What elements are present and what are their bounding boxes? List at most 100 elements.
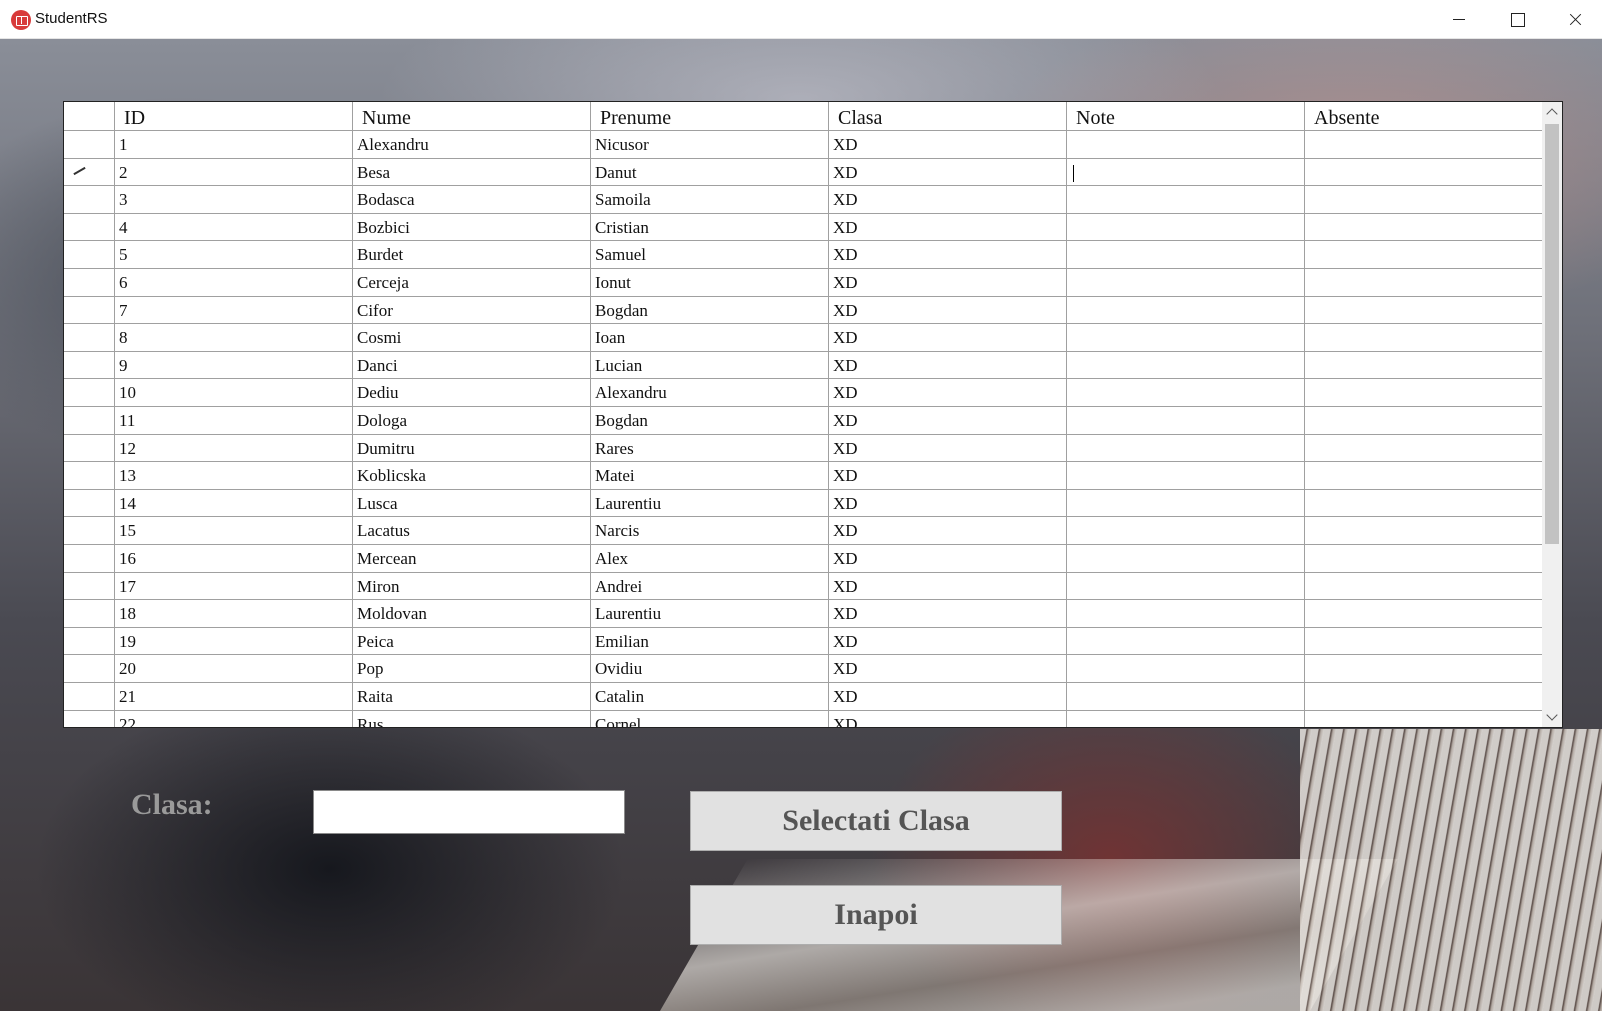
cell-id[interactable]: 18 [114,600,352,627]
table-row[interactable]: 22 Rus Cornel XD [64,710,1542,727]
cell-clasa[interactable]: XD [828,489,1066,517]
table-row[interactable]: 17 Miron Andrei XD [64,572,1542,601]
cell-prenume[interactable]: Ioan [590,324,828,351]
cell-absente[interactable] [1304,462,1542,489]
cell-clasa[interactable]: XD [828,710,1066,727]
table-row[interactable]: 1 Alexandru Nicusor XD [64,131,1542,159]
cell-note[interactable] [1066,351,1304,379]
cell-note[interactable] [1066,572,1304,600]
back-button[interactable]: Inapoi [690,885,1062,945]
table-row[interactable]: 21 Raita Catalin XD [64,683,1542,711]
cell-note[interactable] [1066,710,1304,727]
row-header[interactable] [64,490,114,517]
column-header-absente[interactable]: Absente [1304,102,1542,130]
cell-id[interactable]: 21 [114,683,352,710]
table-row[interactable]: 5 Burdet Samuel XD [64,241,1542,269]
cell-id[interactable]: 3 [114,186,352,213]
cell-prenume[interactable]: Samoila [590,186,828,213]
cell-clasa[interactable]: XD [828,407,1066,434]
cell-clasa[interactable]: XD [828,572,1066,600]
cell-nume[interactable]: Mercean [352,545,590,572]
table-row[interactable]: 2 Besa Danut XD [64,158,1542,187]
cell-id[interactable]: 17 [114,572,352,600]
row-header[interactable] [64,241,114,268]
cell-nume[interactable]: Peica [352,627,590,655]
table-row[interactable]: 8 Cosmi Ioan XD [64,324,1542,352]
cell-note[interactable] [1066,213,1304,241]
table-row[interactable]: 12 Dumitru Rares XD [64,434,1542,463]
row-header[interactable] [64,655,114,682]
table-row[interactable]: 11 Dologa Bogdan XD [64,407,1542,435]
row-header[interactable] [64,186,114,213]
cell-note[interactable] [1066,407,1304,434]
cell-nume[interactable]: Miron [352,572,590,600]
cell-nume[interactable]: Pop [352,655,590,682]
row-header[interactable] [64,600,114,627]
cell-prenume[interactable]: Danut [590,158,828,186]
column-header-nume[interactable]: Nume [352,102,590,130]
cell-nume[interactable]: Lusca [352,489,590,517]
cell-absente[interactable] [1304,572,1542,600]
cell-note[interactable] [1066,296,1304,324]
row-header[interactable] [64,462,114,489]
cell-clasa[interactable]: XD [828,213,1066,241]
clasa-input[interactable] [313,790,625,834]
minimize-button[interactable] [1430,0,1488,39]
cell-absente[interactable] [1304,655,1542,682]
row-header[interactable] [64,352,114,379]
cell-nume[interactable]: Raita [352,683,590,710]
cell-note[interactable] [1066,324,1304,351]
cell-clasa[interactable]: XD [828,269,1066,296]
cell-clasa[interactable]: XD [828,351,1066,379]
column-header-id[interactable]: ID [114,102,352,130]
cell-absente[interactable] [1304,517,1542,544]
cell-clasa[interactable]: XD [828,434,1066,462]
cell-absente[interactable] [1304,158,1542,186]
cell-note[interactable] [1066,269,1304,296]
maximize-button[interactable] [1488,0,1546,39]
cell-prenume[interactable]: Catalin [590,683,828,710]
cell-note[interactable] [1066,517,1304,544]
cell-prenume[interactable]: Cornel [590,710,828,727]
table-row[interactable]: 13 Koblicska Matei XD [64,462,1542,490]
cell-nume[interactable]: Cosmi [352,324,590,351]
cell-id[interactable]: 6 [114,269,352,296]
close-button[interactable] [1546,0,1602,39]
cell-id[interactable]: 1 [114,131,352,158]
cell-id[interactable]: 22 [114,710,352,727]
row-header[interactable] [64,379,114,406]
cell-nume[interactable]: Dediu [352,379,590,406]
cell-prenume[interactable]: Laurentiu [590,600,828,627]
cell-note[interactable] [1066,379,1304,406]
cell-id[interactable]: 7 [114,296,352,324]
table-row[interactable]: 7 Cifor Bogdan XD [64,296,1542,325]
cell-clasa[interactable]: XD [828,655,1066,682]
table-row[interactable]: 10 Dediu Alexandru XD [64,379,1542,407]
cell-absente[interactable] [1304,131,1542,158]
cell-nume[interactable]: Koblicska [352,462,590,489]
cell-note[interactable] [1066,186,1304,213]
cell-id[interactable]: 4 [114,213,352,241]
cell-note[interactable] [1066,131,1304,158]
cell-id[interactable]: 11 [114,407,352,434]
cell-prenume[interactable]: Alexandru [590,379,828,406]
row-header[interactable] [64,297,114,324]
cell-absente[interactable] [1304,351,1542,379]
cell-clasa[interactable]: XD [828,324,1066,351]
vertical-scrollbar[interactable] [1542,102,1562,727]
scrollbar-thumb[interactable] [1545,124,1559,544]
row-header[interactable] [64,711,114,727]
cell-prenume[interactable]: Narcis [590,517,828,544]
cell-note[interactable] [1066,627,1304,655]
cell-clasa[interactable]: XD [828,627,1066,655]
cell-id[interactable]: 10 [114,379,352,406]
cell-clasa[interactable]: XD [828,131,1066,158]
row-header[interactable] [64,407,114,434]
cell-nume[interactable]: Moldovan [352,600,590,627]
cell-note[interactable] [1066,434,1304,462]
column-header-prenume[interactable]: Prenume [590,102,828,130]
students-data-grid[interactable]: ID Nume Prenume Clasa Note Absente 1 Alex… [63,101,1563,728]
cell-nume[interactable]: Danci [352,351,590,379]
cell-prenume[interactable]: Cristian [590,213,828,241]
row-header[interactable] [64,324,114,351]
